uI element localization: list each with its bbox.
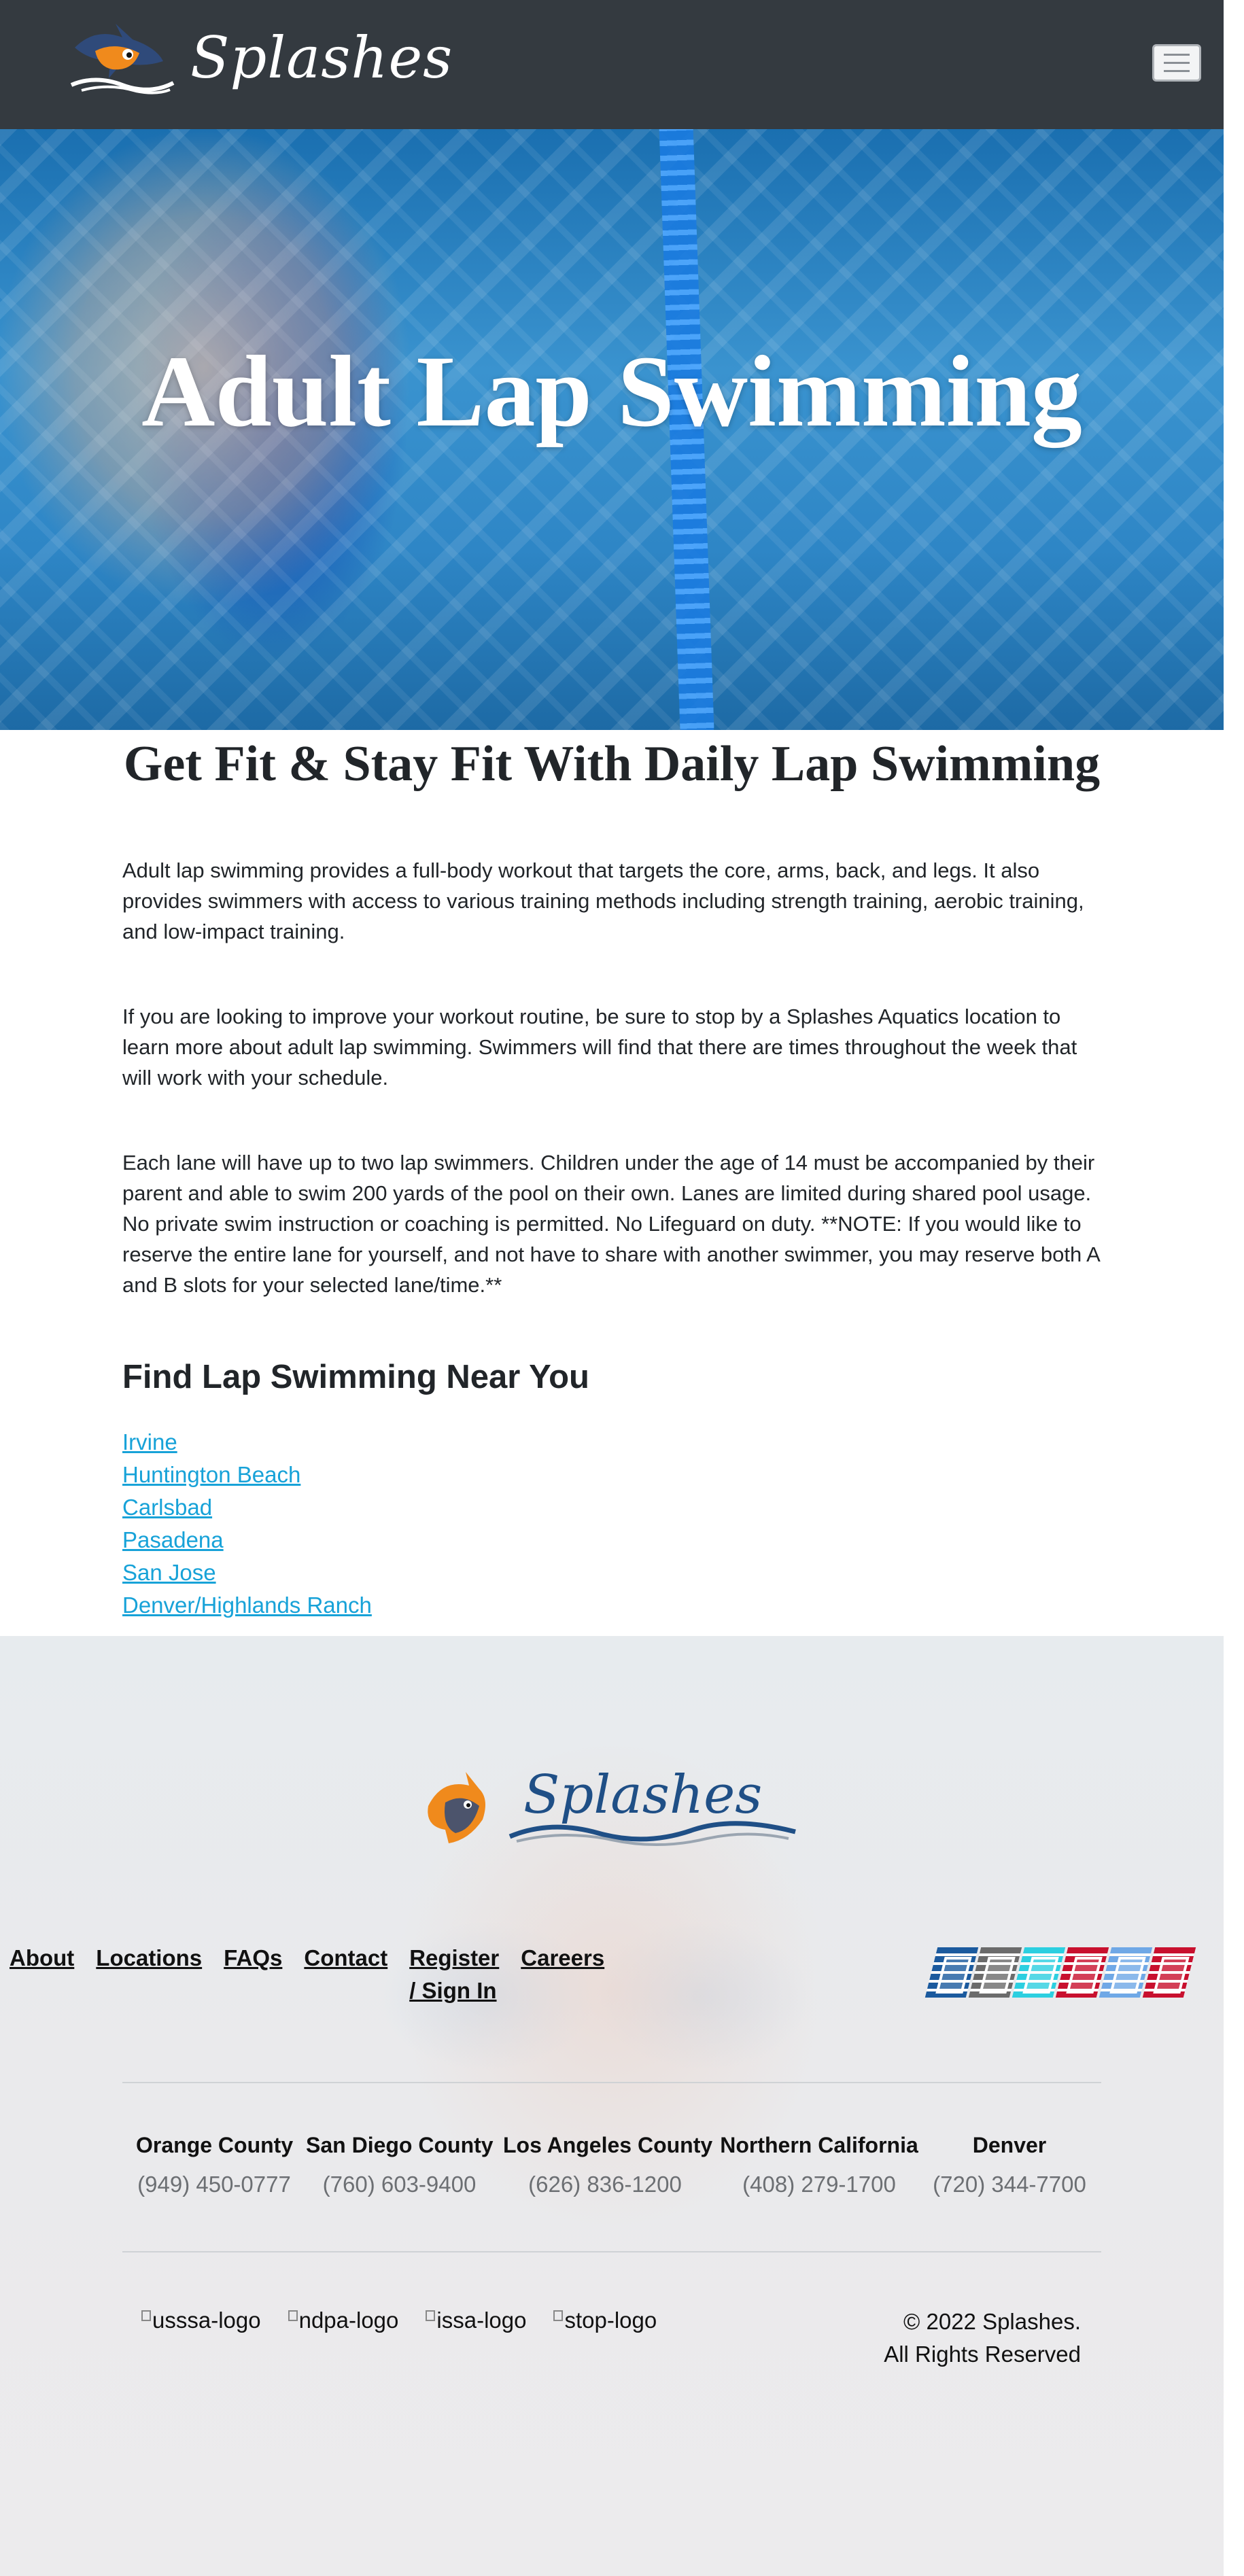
broken-image-icon — [426, 2310, 436, 2321]
broken-image-icon — [553, 2310, 564, 2321]
region-phone[interactable]: (760) 603-9400 — [306, 2172, 493, 2197]
footer-link-locations[interactable]: Locations — [96, 1942, 202, 2007]
region-phone[interactable]: (720) 344-7700 — [925, 2172, 1094, 2197]
brand-logo[interactable]: Splashes — [68, 20, 453, 95]
issa-logo: issa-logo — [426, 2308, 526, 2333]
list-item: Pasadena — [122, 1524, 372, 1556]
region-phone[interactable]: (408) 279-1700 — [717, 2172, 921, 2197]
copyright: © 2022 Splashes. All Rights Reserved — [884, 2305, 1081, 2371]
list-item: San Jose — [122, 1556, 372, 1589]
register-label[interactable]: Register — [409, 1942, 499, 1974]
shark-mascot-icon — [70, 24, 175, 94]
rules-paragraph: Each lane will have up to two lap swimme… — [122, 1151, 1100, 1297]
site-header: Splashes — [0, 0, 1224, 129]
list-item: Carlsbad — [122, 1491, 372, 1524]
hero-banner: Adult Lap Swimming — [0, 129, 1224, 730]
footer-divider — [122, 2082, 1101, 2083]
footer-link-register[interactable]: Register / Sign In — [409, 1942, 499, 2007]
shark-mascot-icon — [428, 1772, 485, 1843]
location-link-carlsbad[interactable]: Carlsbad — [122, 1495, 212, 1520]
region-name: Denver — [972, 2133, 1047, 2157]
footer-link-faqs[interactable]: FAQs — [224, 1942, 282, 2007]
location-link-denver[interactable]: Denver/Highlands Ranch — [122, 1592, 372, 1618]
region-name: Northern California — [720, 2133, 918, 2157]
region-los-angeles-county: Los Angeles County (626) 836-1200 — [503, 2133, 713, 2197]
workout-paragraph: If you are looking to improve your worko… — [122, 1005, 1077, 1090]
location-link-pasadena[interactable]: Pasadena — [122, 1527, 224, 1552]
stop-logo: stop-logo — [553, 2308, 657, 2333]
social-icons — [925, 1947, 1196, 1998]
broken-image-icon — [141, 2310, 151, 2321]
hero-title: Adult Lap Swimming — [141, 335, 1082, 448]
footer-link-contact[interactable]: Contact — [304, 1942, 387, 2007]
broken-image-icon — [288, 2310, 298, 2321]
find-location-heading: Find Lap Swimming Near You — [122, 1359, 589, 1395]
region-orange-county: Orange County (949) 450-0777 — [136, 2133, 294, 2197]
rights-line: All Rights Reserved — [884, 2342, 1081, 2367]
location-list: Irvine Huntington Beach Carlsbad Pasaden… — [122, 1426, 372, 1622]
region-name: Los Angeles County — [503, 2133, 713, 2157]
list-item: Irvine — [122, 1426, 372, 1459]
footer-logo[interactable]: Splashes — [415, 1765, 809, 1853]
region-phone[interactable]: (949) 450-0777 — [136, 2172, 292, 2197]
copyright-line: © 2022 Splashes. — [903, 2309, 1081, 2334]
footer-brand-name: Splashes — [523, 1765, 762, 1826]
affiliation-logos: usssa-logo ndpa-logo issa-logo stop-logo — [141, 2308, 684, 2333]
footer-divider — [122, 2251, 1101, 2252]
sign-in-label[interactable]: / Sign In — [409, 1974, 499, 2007]
brand-name: Splashes — [190, 24, 453, 91]
hamburger-icon — [1164, 54, 1190, 56]
region-san-diego-county: San Diego County (760) 603-9400 — [306, 2133, 494, 2197]
location-link-san-jose[interactable]: San Jose — [122, 1560, 216, 1585]
footer-link-about[interactable]: About — [10, 1942, 74, 2007]
list-item: Huntington Beach — [122, 1459, 372, 1491]
location-link-irvine[interactable]: Irvine — [122, 1429, 177, 1455]
page: Splashes Adult Lap Swimming Get Fit & St… — [0, 0, 1224, 2576]
location-link-huntington-beach[interactable]: Huntington Beach — [122, 1462, 300, 1487]
region-name: Orange County — [136, 2133, 294, 2157]
region-phone[interactable]: (626) 836-1200 — [503, 2172, 707, 2197]
list-item: Denver/Highlands Ranch — [122, 1589, 372, 1622]
ndpa-logo: ndpa-logo — [288, 2308, 398, 2333]
page-subtitle: Get Fit & Stay Fit With Daily Lap Swimmi… — [123, 736, 1101, 792]
usssa-logo: usssa-logo — [141, 2308, 261, 2333]
footer-nav: About Locations FAQs Contact Register / … — [10, 1942, 626, 2007]
footer-link-careers[interactable]: Careers — [521, 1942, 604, 2007]
site-footer: Splashes About Locations FAQs Contact Re… — [0, 1636, 1224, 2576]
menu-toggle-button[interactable] — [1152, 44, 1201, 82]
pinterest-icon[interactable] — [1142, 1947, 1196, 1998]
region-denver: Denver (720) 344-7700 — [925, 2133, 1094, 2197]
intro-paragraph: Adult lap swimming provides a full-body … — [122, 858, 1084, 943]
region-name: San Diego County — [306, 2133, 494, 2157]
region-northern-california: Northern California (408) 279-1700 — [717, 2133, 921, 2197]
